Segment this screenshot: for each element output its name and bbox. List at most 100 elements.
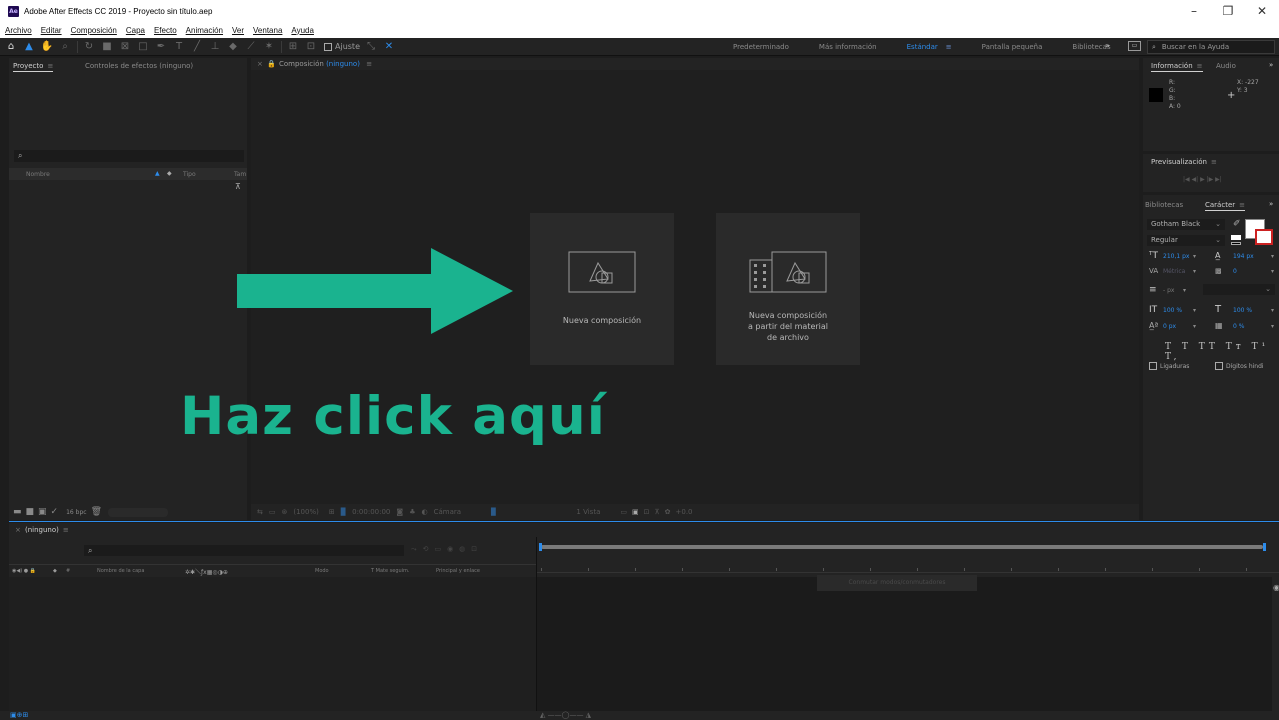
panel-menu-icon[interactable]: ≡ [63, 526, 69, 534]
menu-composicion[interactable]: Composición [71, 26, 117, 35]
work-area-bar[interactable] [541, 545, 1263, 549]
workspace-layout-icon[interactable]: ▭ [1128, 41, 1141, 51]
vertical-scale-value[interactable]: 100 % [1163, 307, 1182, 314]
menu-efecto[interactable]: Efecto [154, 26, 177, 35]
toggle-switches-modes-button[interactable]: Conmutar modos/conmutadores [817, 575, 977, 591]
hindi-digits-checkbox[interactable]: Dígitos hindi [1215, 362, 1264, 370]
maximize-button[interactable]: ❐ [1211, 0, 1245, 22]
project-search-input[interactable]: ⌕ [14, 150, 244, 162]
label-tag-icon[interactable]: ◆ [53, 568, 57, 574]
bit-depth-label[interactable]: 16 bpc [66, 509, 86, 516]
hand-tool-icon[interactable]: ✋ [40, 40, 54, 54]
panel-menu-icon[interactable]: ≡ [366, 60, 372, 68]
font-size-value[interactable]: 210,1 px [1163, 253, 1189, 260]
menu-ayuda[interactable]: Ayuda [291, 26, 314, 35]
view-layout-dropdown[interactable]: 1 Vista [576, 508, 600, 516]
stroke-style-select[interactable]: ⌄ [1203, 284, 1275, 295]
tab-audio[interactable]: Audio [1216, 62, 1236, 70]
timeline-switch-icons[interactable]: ⤳⟲▭◉◍⊡ [411, 545, 483, 554]
tab-caracter[interactable]: Carácter ≡ [1205, 201, 1245, 211]
menu-ventana[interactable]: Ventana [253, 26, 282, 35]
workspace-pantalla-pequena[interactable]: Pantalla pequeña [982, 43, 1043, 51]
region-of-interest-icon[interactable]: ▭ [269, 508, 276, 516]
channel-icon[interactable]: ◐ [421, 508, 427, 516]
stroke-color-swatch[interactable] [1255, 229, 1273, 245]
chevron-down-icon[interactable]: ▾ [1271, 253, 1274, 260]
axis-icon[interactable]: ⊞ [286, 40, 300, 54]
close-tab-icon[interactable]: × [15, 526, 21, 534]
chevron-down-icon[interactable]: ▾ [1183, 287, 1186, 294]
more-panels-icon[interactable]: » [1269, 200, 1273, 208]
tab-previsualizacion[interactable]: Previsualización ≡ [1151, 158, 1217, 166]
snap-edge-icon[interactable]: ⤡ [364, 40, 378, 54]
3d-renderer-icon[interactable]: ▉ [491, 508, 496, 516]
leading-value[interactable]: 194 px [1233, 253, 1254, 260]
tsume-value[interactable]: 0 % [1233, 323, 1244, 330]
column-layer-name[interactable]: Nombre de la capa [97, 568, 144, 574]
eyedropper-icon[interactable]: ✐ [1233, 219, 1241, 229]
chevron-down-icon[interactable]: ▾ [1271, 307, 1274, 314]
flowchart-icon[interactable]: ⊼ [235, 182, 241, 191]
tab-bibliotecas[interactable]: Bibliotecas [1145, 201, 1183, 209]
new-folder-icon[interactable]: ■ [26, 507, 35, 517]
column-tipo[interactable]: Tipo [183, 171, 196, 178]
timeline-icon[interactable]: ⊡ [644, 508, 650, 516]
time-ruler[interactable] [537, 557, 1279, 573]
selection-tool-icon[interactable]: ▲ [22, 40, 36, 54]
panel-menu-icon[interactable]: ≡ [1197, 62, 1203, 70]
label-tag-icon[interactable]: ◆ [167, 170, 172, 177]
current-time[interactable]: 0:00:00:00 [352, 508, 390, 516]
zoom-tool-icon[interactable]: ⌕ [58, 40, 72, 54]
timeline-search-input[interactable]: ⌕ [84, 545, 404, 556]
minimize-button[interactable]: – [1177, 0, 1211, 22]
font-style-select[interactable]: Regular ⌄ [1147, 235, 1225, 246]
trash-icon[interactable]: 🗑 [91, 507, 102, 517]
sort-up-icon[interactable]: ▲ [155, 170, 160, 177]
snapshot-icon[interactable]: ◙ [396, 508, 403, 516]
pen-tool-icon[interactable]: ✒ [154, 40, 168, 54]
menu-capa[interactable]: Capa [126, 26, 145, 35]
eraser-tool-icon[interactable]: ◆ [226, 40, 240, 54]
menu-animacion[interactable]: Animación [186, 26, 223, 35]
tab-proyecto[interactable]: Proyecto ≡ [13, 62, 54, 72]
status-icons[interactable]: ▣⊕⊞ [10, 711, 28, 719]
workspace-predeterminado[interactable]: Predeterminado [733, 43, 789, 51]
font-family-select[interactable]: Gotham Black ⌄ [1147, 219, 1225, 230]
tab-controles-de-efectos[interactable]: Controles de efectos (ninguno) [85, 62, 193, 70]
new-composition-card[interactable]: Nueva composición [530, 213, 674, 365]
puppet-tool-icon[interactable]: ✶ [262, 40, 276, 54]
shape-tool-icon[interactable]: □ [136, 40, 150, 54]
new-composition-icon[interactable]: ▣ [38, 507, 47, 517]
mask-visibility-icon[interactable]: ⊛ [282, 508, 288, 516]
workspace-menu-icon[interactable]: ≡ [946, 43, 952, 51]
camera-dropdown[interactable]: Cámara [434, 508, 461, 516]
exposure-value[interactable]: +0.0 [676, 508, 693, 516]
tab-informacion[interactable]: Información ≡ [1151, 62, 1203, 72]
grid-icon[interactable]: ⊞ [329, 508, 335, 516]
zoom-slider[interactable]: ◭ ——◯—— ◮ [540, 711, 591, 719]
exposure-icon[interactable]: ✿ [665, 508, 671, 516]
layer-switches-icons[interactable]: ✲✱＼ƒx▦◎◑⊕ [185, 567, 228, 576]
menu-editar[interactable]: Editar [41, 26, 62, 35]
adjust-icon[interactable]: ✓ [51, 507, 59, 517]
close-tab-icon[interactable]: × [257, 60, 263, 68]
kerning-value[interactable]: Métrica [1163, 268, 1185, 275]
tracking-value[interactable]: 0 [1233, 268, 1237, 275]
fast-previews-icon[interactable]: ▣ [632, 508, 639, 516]
tab-timeline[interactable]: (ninguno) ≡ [25, 526, 69, 534]
timeline-track-area[interactable] [537, 577, 1272, 711]
ligatures-checkbox[interactable]: Ligaduras [1149, 362, 1189, 370]
pan-behind-tool-icon[interactable]: ⊠ [118, 40, 132, 54]
menu-archivo[interactable]: Archivo [5, 26, 32, 35]
work-area-start-handle[interactable] [539, 543, 542, 551]
lock-icon[interactable]: 🔒 [267, 60, 276, 68]
workspace-estandar[interactable]: Estándar ≡ [907, 43, 952, 51]
fill-swatch-small[interactable] [1231, 235, 1241, 240]
baseline-shift-value[interactable]: 0 px [1163, 323, 1176, 330]
panel-menu-icon[interactable]: ≡ [1211, 158, 1217, 166]
work-area-end-handle[interactable] [1263, 543, 1266, 551]
snapping-checkbox[interactable]: Ajuste [324, 42, 360, 51]
workspace-mas-informacion[interactable]: Más información [819, 43, 877, 51]
column-tamano[interactable]: Tam [234, 171, 246, 178]
snap-feature-icon[interactable]: ✕ [382, 40, 396, 54]
